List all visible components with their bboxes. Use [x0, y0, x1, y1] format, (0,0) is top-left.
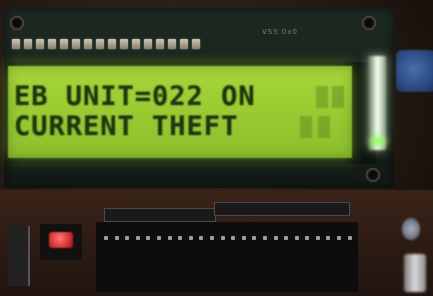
socket-pin [146, 236, 151, 240]
socket-pin [347, 236, 352, 240]
side-connector [8, 226, 30, 286]
header-pin [132, 39, 140, 49]
socket-pin [262, 236, 267, 240]
header-pin [192, 39, 200, 49]
socket-pin [337, 236, 342, 240]
lcd-unused-cell [300, 116, 312, 138]
header-pin [144, 39, 152, 49]
silkscreen-label: VSS 0x0 [262, 28, 298, 36]
header-pin [168, 39, 176, 49]
socket-pin [167, 236, 172, 240]
mount-hole-top-right [362, 16, 376, 30]
socket-pin [178, 236, 183, 240]
socket-pin [114, 236, 119, 240]
socket-pin [284, 236, 289, 240]
header-pin [72, 39, 80, 49]
contrast-pot-icon[interactable] [396, 50, 433, 92]
pin-header-strip [104, 208, 216, 222]
socket-pin [135, 236, 140, 240]
red-push-button-icon[interactable] [49, 232, 73, 248]
header-pin [84, 39, 92, 49]
mount-hole-top-left [10, 16, 24, 30]
header-pin [180, 39, 188, 49]
socket-pin [104, 236, 108, 240]
socket-pin [241, 236, 246, 240]
header-pin [36, 39, 44, 49]
lcd-line-1: EB UNIT=022 ON [14, 81, 256, 112]
header-pin [24, 39, 32, 49]
socket-pin [305, 236, 310, 240]
header-pin [108, 39, 116, 49]
socket-pin [125, 236, 130, 240]
socket-pin [294, 236, 299, 240]
header-pin [60, 39, 68, 49]
socket-pin [209, 236, 214, 240]
socket-pin [156, 236, 161, 240]
socket-pin [326, 236, 331, 240]
header-pin [156, 39, 164, 49]
socket-pin [315, 236, 320, 240]
socket-pin [252, 236, 257, 240]
socket-pin [188, 236, 193, 240]
mount-hole-bottom-right [366, 168, 380, 182]
socket-pin [231, 236, 236, 240]
crystal-icon [404, 254, 426, 292]
lcd-unused-cell [316, 86, 328, 108]
lcd-line-2: CURRENT THEFT [14, 111, 239, 142]
lcd-unused-cell [332, 86, 344, 108]
socket-pin [220, 236, 225, 240]
photo-scene: VSS 0x0 EB UNIT=022 ON CURRENT THEFT [0, 0, 433, 296]
header-pin [96, 39, 104, 49]
green-led-glow [370, 136, 386, 146]
socket-pin [273, 236, 278, 240]
socket-pin [199, 236, 204, 240]
capacitor-icon [402, 218, 420, 240]
lcd-pin-header [12, 36, 217, 52]
ic-socket-pins [104, 236, 352, 242]
header-pin [12, 39, 20, 49]
header-pin [120, 39, 128, 49]
chip-socket-icon [96, 222, 358, 292]
header-pin [48, 39, 56, 49]
lcd-unused-cell [318, 116, 330, 138]
pin-header-strip [214, 202, 350, 216]
